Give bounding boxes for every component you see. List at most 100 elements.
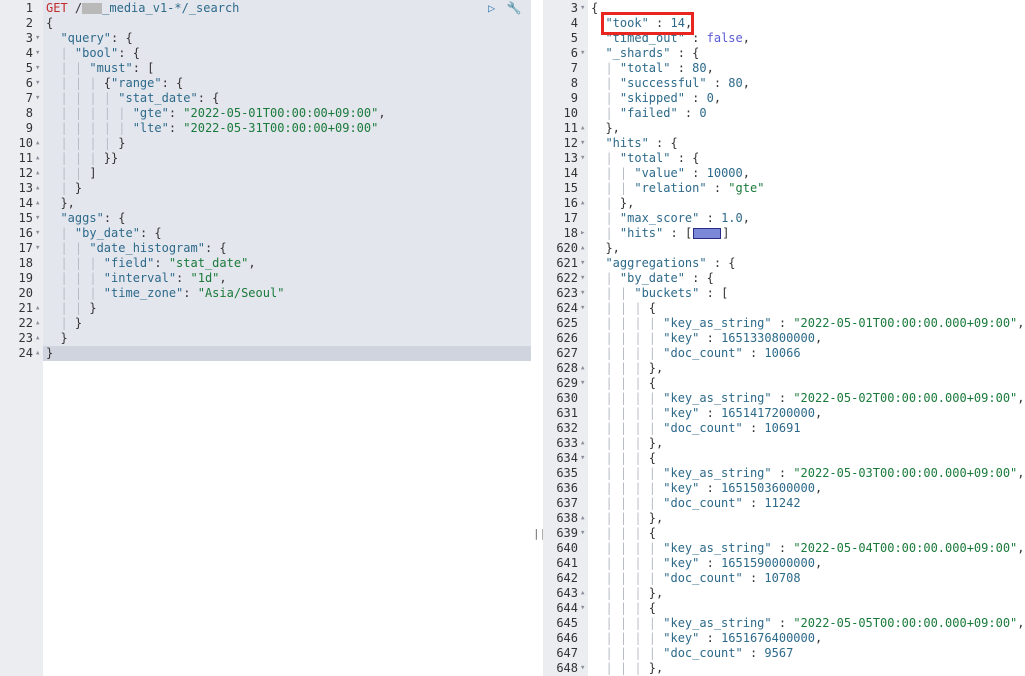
- fold-toggle-icon[interactable]: ▴: [35, 136, 40, 151]
- code-line[interactable]: 642 | | | | "doc_count" : 10708: [543, 571, 1025, 586]
- code-line[interactable]: 638 ▴ | | | },: [543, 511, 1025, 526]
- code-line[interactable]: 632 | | | | "doc_count" : 10691: [543, 421, 1025, 436]
- code-line[interactable]: 2{: [0, 16, 531, 31]
- fold-toggle-icon[interactable]: ▾: [580, 601, 585, 616]
- code-line[interactable]: 625 | | | | "key_as_string" : "2022-05-0…: [543, 316, 1025, 331]
- fold-toggle-icon[interactable]: ▴: [35, 181, 40, 196]
- code-line[interactable]: 631 | | | | "key" : 1651417200000,: [543, 406, 1025, 421]
- fold-toggle-icon[interactable]: ▾: [580, 151, 585, 166]
- code-line[interactable]: 646 | | | | "key" : 1651676400000,: [543, 631, 1025, 646]
- fold-toggle-icon[interactable]: ▾: [580, 1, 585, 16]
- fold-toggle-icon[interactable]: ▾: [35, 31, 40, 46]
- fold-toggle-icon[interactable]: ▴: [580, 196, 585, 211]
- pane-divider[interactable]: [531, 0, 543, 676]
- code-line[interactable]: 15 ▾ "aggs": {: [0, 211, 531, 226]
- code-line[interactable]: 6 ▾ | | | {"range": {: [0, 76, 531, 91]
- fold-toggle-icon[interactable]: ▾: [35, 46, 40, 61]
- code-line[interactable]: 9 | | | | | "lte": "2022-05-31T00:00:00+…: [0, 121, 531, 136]
- fold-toggle-icon[interactable]: ▴: [35, 151, 40, 166]
- code-line[interactable]: 6 ▾ "_shards" : {: [543, 46, 1025, 61]
- code-line[interactable]: 8 | | | | | "gte": "2022-05-01T00:00:00+…: [0, 106, 531, 121]
- code-line[interactable]: 636 | | | | "key" : 1651503600000,: [543, 481, 1025, 496]
- code-line[interactable]: 12 ▾ "hits" : {: [543, 136, 1025, 151]
- code-line[interactable]: 643 ▴ | | | },: [543, 586, 1025, 601]
- code-line[interactable]: 637 | | | | "doc_count" : 11242: [543, 496, 1025, 511]
- code-line[interactable]: 21 ▴ | | }: [0, 301, 531, 316]
- code-line[interactable]: 648 ▾ | | | },: [543, 661, 1025, 676]
- code-line[interactable]: 623 ▾ | | "buckets" : [: [543, 286, 1025, 301]
- fold-toggle-icon[interactable]: ▴: [35, 346, 40, 361]
- code-line[interactable]: 15 | | "relation" : "gte": [543, 181, 1025, 196]
- fold-toggle-icon[interactable]: ▾: [35, 226, 40, 241]
- code-line[interactable]: 630 | | | | "key_as_string" : "2022-05-0…: [543, 391, 1025, 406]
- code-line[interactable]: 11 ▴ },: [543, 121, 1025, 136]
- code-line[interactable]: 633 ▴ | | | },: [543, 436, 1025, 451]
- code-line[interactable]: 14 | | "value" : 10000,: [543, 166, 1025, 181]
- fold-toggle-icon[interactable]: ▴: [580, 436, 585, 451]
- code-line[interactable]: 626 | | | | "key" : 1651330800000,: [543, 331, 1025, 346]
- code-line[interactable]: 635 | | | | "key_as_string" : "2022-05-0…: [543, 466, 1025, 481]
- response-viewer[interactable]: 3 ▾{4 "took" : 14, 5 "timed_out" : false, 6…: [543, 0, 1025, 676]
- code-line[interactable]: 13 ▴ | }: [0, 181, 531, 196]
- fold-toggle-icon[interactable]: ▸: [580, 226, 585, 241]
- code-line[interactable]: 13 ▾ | "total" : {: [543, 151, 1025, 166]
- code-line[interactable]: 14 ▴ },: [0, 196, 531, 211]
- fold-toggle-icon[interactable]: ▾: [35, 76, 40, 91]
- code-line[interactable]: 10 ▴ | | | | }: [0, 136, 531, 151]
- code-line[interactable]: 16 ▴ | },: [543, 196, 1025, 211]
- request-editor[interactable]: 1 GET / _media_v1-*/_search 2{3 ▾ "query": {…: [0, 0, 531, 676]
- code-line[interactable]: 8 | "successful" : 80,: [543, 76, 1025, 91]
- code-line[interactable]: 18 | | | "field": "stat_date",: [0, 256, 531, 271]
- fold-toggle-icon[interactable]: ▾: [580, 286, 585, 301]
- code-line[interactable]: 622 ▾ | "by_date" : {: [543, 271, 1025, 286]
- fold-toggle-icon[interactable]: ▾: [580, 661, 585, 676]
- fold-toggle-icon[interactable]: ▴: [35, 301, 40, 316]
- code-line[interactable]: 12 ▴ | | ]: [0, 166, 531, 181]
- code-line[interactable]: 7 | "total" : 80,: [543, 61, 1025, 76]
- code-line[interactable]: 628 ▴ | | | },: [543, 361, 1025, 376]
- code-line[interactable]: 1 GET / _media_v1-*/_search: [0, 1, 531, 16]
- fold-toggle-icon[interactable]: ▴: [580, 586, 585, 601]
- code-line[interactable]: 10 | "failed" : 0: [543, 106, 1025, 121]
- run-icon[interactable]: ▷: [488, 1, 495, 15]
- code-line[interactable]: 11 ▴ | | | }}: [0, 151, 531, 166]
- fold-toggle-icon[interactable]: ▾: [35, 61, 40, 76]
- code-line[interactable]: 3 ▾ "query": {: [0, 31, 531, 46]
- fold-toggle-icon[interactable]: ▴: [35, 166, 40, 181]
- code-line[interactable]: 644 ▾ | | | {: [543, 601, 1025, 616]
- code-line[interactable]: 19 | | | "interval": "1d",: [0, 271, 531, 286]
- fold-toggle-icon[interactable]: ▾: [35, 91, 40, 106]
- code-line[interactable]: 641 | | | | "key" : 1651590000000,: [543, 556, 1025, 571]
- code-line[interactable]: 20 | | | "time_zone": "Asia/Seoul": [0, 286, 531, 301]
- fold-toggle-icon[interactable]: ▴: [35, 316, 40, 331]
- code-line[interactable]: 16 ▾ | "by_date": {: [0, 226, 531, 241]
- code-line[interactable]: 621 ▾ "aggregations" : {: [543, 256, 1025, 271]
- code-line[interactable]: 620 ▴ },: [543, 241, 1025, 256]
- code-line[interactable]: 7 ▾ | | | | "stat_date": {: [0, 91, 531, 106]
- fold-toggle-icon[interactable]: ▾: [35, 211, 40, 226]
- fold-toggle-icon[interactable]: ▾: [35, 241, 40, 256]
- code-line[interactable]: 9 | "skipped" : 0,: [543, 91, 1025, 106]
- code-line[interactable]: 634 ▾ | | | {: [543, 451, 1025, 466]
- code-line[interactable]: 17 | "max_score" : 1.0,: [543, 211, 1025, 226]
- fold-toggle-icon[interactable]: ▴: [580, 511, 585, 526]
- code-line[interactable]: 647 | | | | "doc_count" : 9567: [543, 646, 1025, 661]
- code-line[interactable]: 22 ▴ | }: [0, 316, 531, 331]
- code-line[interactable]: 629 ▾ | | | {: [543, 376, 1025, 391]
- code-line[interactable]: 4 ▾ | "bool": {: [0, 46, 531, 61]
- fold-toggle-icon[interactable]: ▾: [580, 301, 585, 316]
- fold-toggle-icon[interactable]: ▴: [580, 121, 585, 136]
- fold-toggle-icon[interactable]: ▾: [580, 526, 585, 541]
- fold-toggle-icon[interactable]: ▾: [580, 376, 585, 391]
- fold-toggle-icon[interactable]: ▾: [580, 271, 585, 286]
- fold-toggle-icon[interactable]: ▾: [580, 256, 585, 271]
- code-line[interactable]: 639 ▾ | | | {: [543, 526, 1025, 541]
- fold-toggle-icon[interactable]: ▴: [580, 361, 585, 376]
- code-line[interactable]: 640 | | | | "key_as_string" : "2022-05-0…: [543, 541, 1025, 556]
- wrench-icon[interactable]: 🔧: [506, 1, 521, 15]
- fold-toggle-icon[interactable]: ▾: [580, 136, 585, 151]
- code-line[interactable]: 23 ▴ }: [0, 331, 531, 346]
- code-line[interactable]: 17 ▾ | | "date_histogram": {: [0, 241, 531, 256]
- fold-toggle-icon[interactable]: ▴: [580, 241, 585, 256]
- fold-toggle-icon[interactable]: ▴: [35, 196, 40, 211]
